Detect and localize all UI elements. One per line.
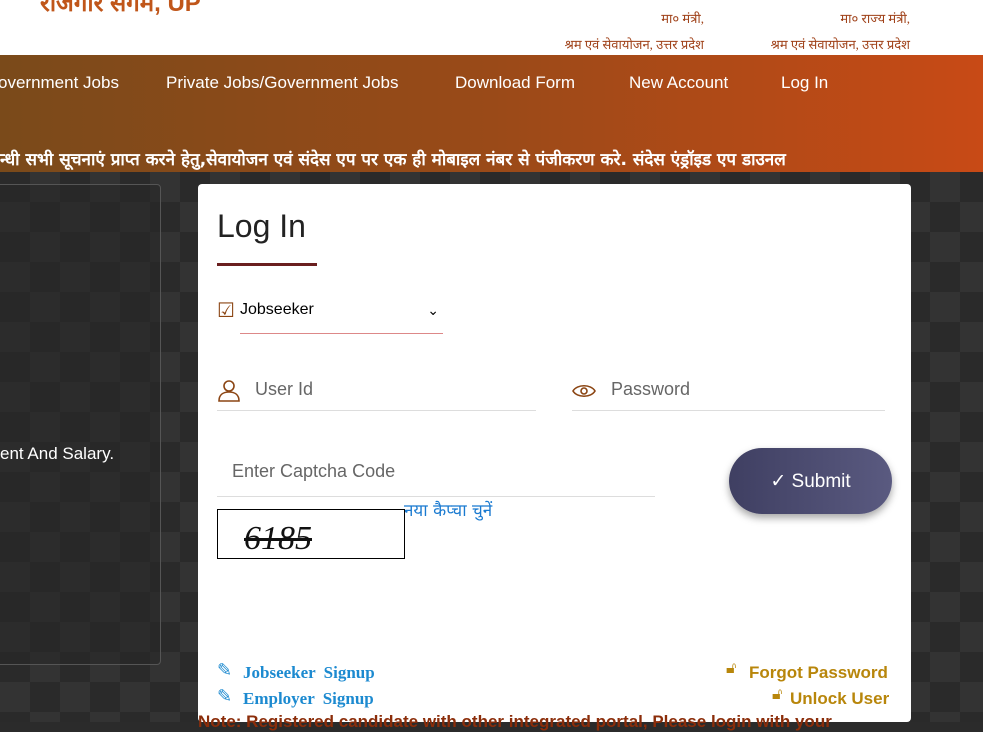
nav-new-account[interactable]: New Account [629,73,728,93]
nav-download-form[interactable]: Download Form [455,73,575,93]
user-type-value: Jobseeker [240,301,314,318]
lock-icon: 🔓︎ [772,686,783,703]
edit-icon: ✎ [217,660,233,680]
chevron-down-icon: ⌄ [427,302,439,318]
edit-icon: ✎ [217,686,233,706]
state-minister-dept: श्रम एवं सेवायोजन, उत्तर प्रदेश [770,37,910,52]
submit-button[interactable]: ✓ Submit [729,448,892,514]
refresh-captcha-link[interactable]: नया कैप्चा चुनें [404,498,492,521]
userid-placeholder: User Id [255,379,314,399]
nav-government-jobs[interactable]: overnment Jobs [0,73,119,93]
site-logo: रोजगार संगम, UP [40,0,201,17]
page-title: Log In [217,208,306,244]
checkbox-icon: ☑ [217,300,235,322]
jobseeker-signup-link[interactable]: Jobseeker Signup [243,663,375,683]
news-ticker[interactable]: न्धी सभी सूचनाएं प्राप्त करने हेतु,सेवाय… [0,147,910,170]
login-note: Note: Registered candidate with other in… [198,712,832,731]
nav-log-in[interactable]: Log In [781,73,828,93]
login-card: Log In ☑ Jobseeker ⌄ User Id Password Ent… [198,184,911,731]
unlock-user-link[interactable]: Unlock User [790,689,889,709]
minister-dept: श्रम एवं सेवायोजन, उत्तर प्रदेश [564,37,704,52]
password-input[interactable]: Password [572,371,885,411]
captcha-input[interactable]: Enter Captcha Code [217,453,655,497]
minister-title: मा० मंत्री, [661,11,704,26]
employer-signup-link[interactable]: Employer Signup [243,689,374,709]
left-panel [0,184,161,665]
state-minister-title: मा० राज्य मंत्री, [840,11,910,26]
lock-icon: 🔓︎ [726,660,737,677]
forgot-password-link[interactable]: Forgot Password [749,663,888,683]
userid-input[interactable]: User Id [217,371,536,411]
user-type-select[interactable]: Jobseeker ⌄ [240,300,443,334]
left-panel-text: ent And Salary. [0,444,115,463]
captcha-image: 6185 [217,509,405,559]
top-header: रोजगार संगम, UP मा० मंत्री, श्रम एवं सेव… [0,0,983,55]
nav-private-jobs[interactable]: Private Jobs/Government Jobs [166,73,398,93]
password-placeholder: Password [611,379,691,399]
title-underline [217,263,317,266]
captcha-placeholder: Enter Captcha Code [232,461,396,481]
nav-bar: overnment Jobs Private Jobs/Government J… [0,55,983,172]
